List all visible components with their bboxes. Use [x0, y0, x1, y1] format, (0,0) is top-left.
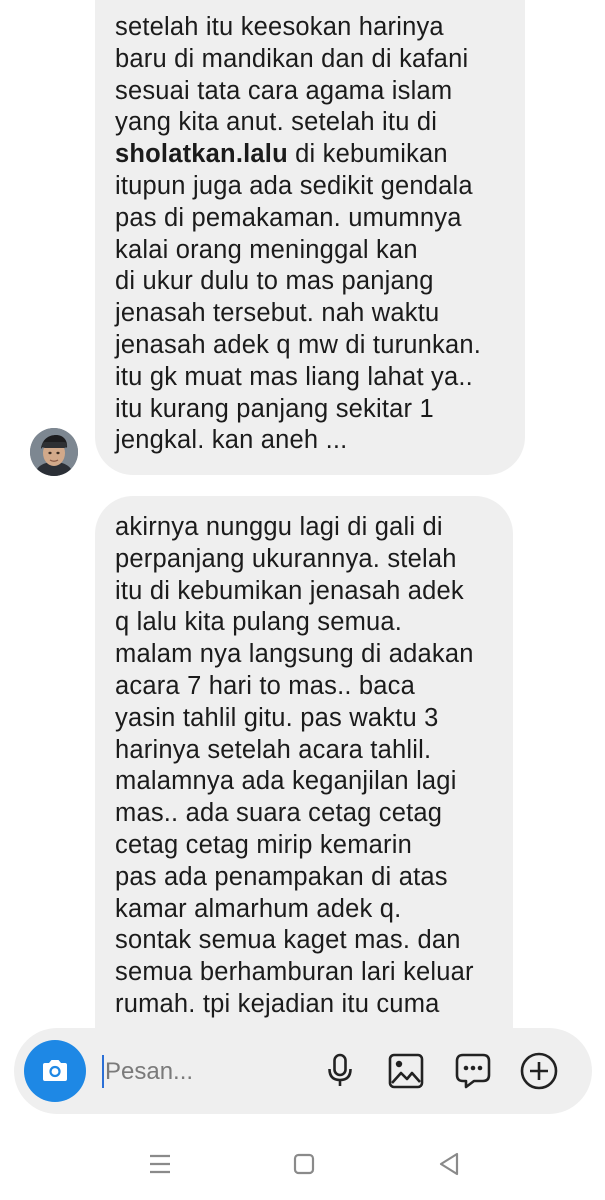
text-cursor [102, 1055, 104, 1088]
message-composer [14, 1028, 592, 1114]
gallery-icon [388, 1053, 424, 1089]
message-line: harinya setelah acara tahlil. [115, 735, 432, 764]
message-line: yasin tahlil gitu. pas waktu 3 [115, 703, 439, 732]
camera-button[interactable] [24, 1040, 86, 1102]
message-line: perpanjang ukurannya. stelah [115, 544, 457, 573]
message-line: kalai orang meninggal kan [115, 235, 418, 264]
message-line: malam nya langsung di adakan [115, 640, 474, 669]
message-line: semua berhamburan lari keluar [115, 958, 474, 987]
message-text: di kebumikan [287, 140, 448, 169]
gallery-button[interactable] [385, 1050, 427, 1092]
message-line: mas.. ada suara cetag cetag [115, 799, 443, 828]
microphone-icon [328, 1053, 352, 1086]
message-line: itu kurang panjang sekitar 1 [115, 394, 434, 423]
message-bubble[interactable]: akirnya nunggu lagi di gali di perpanjan… [95, 496, 513, 1030]
message-line: kamar almarhum adek q. [115, 894, 402, 923]
sender-avatar[interactable] [30, 428, 78, 476]
message-line: baru di mandikan dan di kafani [115, 44, 469, 73]
message-line: acara 7 hari to mas.. baca [115, 671, 416, 700]
recent-apps-button[interactable] [145, 1149, 175, 1179]
message-line: pas di pemakaman. umumnya [115, 203, 462, 232]
recent-apps-icon [150, 1154, 170, 1174]
message-line: jenasah tersebut. nah waktu [115, 299, 440, 328]
message-line: jenasah adek q mw di turunkan. [115, 330, 482, 359]
message-line: akirnya nunggu lagi di gali di [115, 513, 443, 541]
message-line: cetag cetag mirip kemarin [115, 830, 412, 859]
home-icon [293, 1153, 315, 1175]
message-line: itu di kebumikan jenasah adek [115, 576, 464, 605]
message-line: setelah itu keesokan harinya [115, 13, 444, 41]
message-line: di ukur dulu to mas panjang [115, 267, 434, 296]
microphone-button[interactable] [319, 1050, 361, 1092]
message-line: malamnya ada keganjilan lagi [115, 767, 457, 796]
message-line: sontak semua kaget mas. dan [115, 926, 461, 955]
message-line: rumah. tpi kejadian itu cuma [115, 989, 440, 1018]
message-line: sesuai tata cara agama islam [115, 76, 453, 105]
back-button[interactable] [434, 1149, 464, 1179]
back-icon [439, 1152, 459, 1176]
message-line: q lalu kita pulang semua. [115, 608, 403, 637]
message-line: itu gk muat mas liang lahat ya.. [115, 362, 473, 391]
message-input[interactable] [105, 1052, 305, 1092]
message-bubble[interactable]: setelah itu keesokan harinya baru di man… [95, 0, 525, 475]
message-line: jengkal. kan aneh ... [115, 426, 348, 455]
system-navigation-bar [0, 1125, 605, 1200]
message-line: pas ada penampakan di atas [115, 862, 448, 891]
add-icon [520, 1052, 558, 1090]
camera-icon [43, 1060, 67, 1081]
avatar-photo [30, 428, 78, 476]
add-button[interactable] [518, 1050, 560, 1092]
message-line: yang kita anut. setelah itu di [115, 108, 438, 137]
home-button[interactable] [289, 1149, 319, 1179]
sticker-chat-icon [455, 1053, 491, 1089]
sticker-chat-button[interactable] [452, 1050, 494, 1092]
bold-text: sholatkan.lalu [115, 140, 288, 169]
message-line: itupun juga ada sedikit gendala [115, 171, 473, 200]
message-thread: setelah itu keesokan harinya baru di man… [0, 0, 605, 1030]
message-line: sholatkan.lalu di kebumikan [115, 139, 505, 171]
